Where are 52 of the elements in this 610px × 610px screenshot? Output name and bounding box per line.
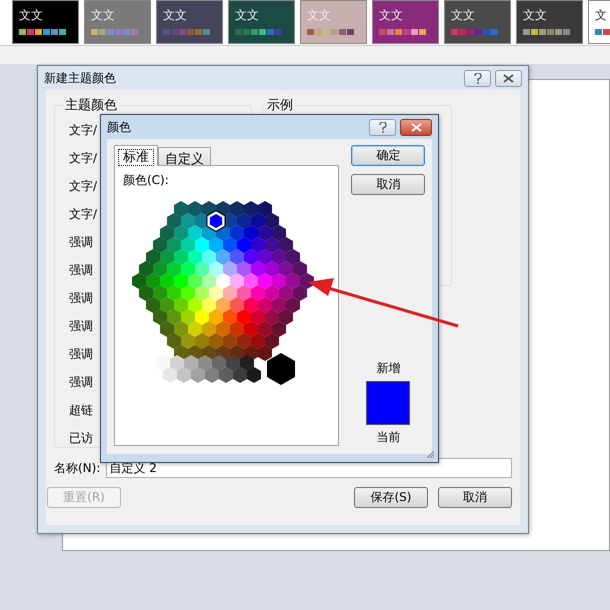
color-role-label: 强调 — [69, 262, 93, 279]
color-role-label: 文字/ — [69, 206, 98, 223]
help-button[interactable] — [464, 70, 491, 86]
window-title: 新建主题颜色 — [44, 70, 116, 86]
tab[interactable]: 自定义 — [158, 147, 211, 165]
color-role-label: 文字/ — [69, 178, 98, 195]
help-icon — [472, 72, 482, 84]
color-role-label: 强调 — [69, 374, 93, 391]
color-role-label: 强调 — [69, 234, 93, 251]
theme-sample-text: 文文 — [379, 7, 404, 23]
theme-thumbnail[interactable]: 文文 — [516, 0, 583, 44]
new-color-label: 新增 — [376, 360, 400, 377]
save-button[interactable]: 保存(S) — [354, 487, 428, 508]
help-icon — [378, 122, 388, 132]
close-button[interactable] — [400, 118, 432, 136]
cancel-button[interactable]: 取消 — [351, 174, 426, 195]
group-title: 示例 — [266, 97, 294, 114]
name-label: 名称(N): — [54, 460, 100, 476]
theme-sample-text: 文文 — [307, 7, 332, 23]
color-role-label: 强调 — [69, 346, 93, 363]
color-role-label: 强调 — [69, 290, 93, 307]
tab[interactable]: 标准 — [114, 145, 158, 166]
theme-thumbnail[interactable]: 文文 — [228, 0, 295, 44]
close-icon — [503, 74, 514, 82]
color-role-label: 已访 — [69, 430, 93, 447]
color-role-label: 文字/ — [69, 122, 98, 139]
theme-sample-text: 文文 — [163, 7, 188, 23]
color-role-label: 强调 — [69, 318, 93, 335]
palette-label: 颜色(C): — [123, 172, 170, 189]
theme-thumbnail[interactable]: 文文 — [12, 0, 79, 44]
close-button[interactable] — [495, 70, 522, 86]
theme-sample-text: 文文 — [451, 7, 476, 23]
window-title: 颜色 — [107, 118, 131, 136]
theme-sample-text: 文文 — [19, 7, 44, 23]
theme-sample-text: 文文 — [91, 7, 116, 23]
theme-thumbnail[interactable]: 文文 — [84, 0, 151, 44]
cancel-button[interactable]: 取消 — [438, 487, 512, 508]
group-title: 主题颜色 — [64, 97, 118, 114]
color-role-label: 超链 — [69, 402, 93, 419]
theme-sample-text: 文文 — [523, 7, 548, 23]
help-button[interactable] — [369, 118, 396, 136]
theme-thumbnail[interactable]: 文文 — [372, 0, 439, 44]
theme-sample-text: 文文 — [235, 7, 260, 23]
ok-button[interactable]: 确定 — [351, 145, 426, 166]
resize-grip-icon[interactable] — [426, 450, 435, 459]
current-color-label: 当前 — [376, 429, 400, 446]
theme-thumbnail[interactable]: 文文 — [156, 0, 223, 44]
theme-sample-text: 文 — [595, 7, 608, 23]
theme-thumbnail[interactable]: 文文 — [444, 0, 511, 44]
theme-thumbnail[interactable]: 文 — [588, 0, 610, 44]
close-icon — [410, 122, 422, 132]
color-role-label: 文字/ — [69, 150, 98, 167]
